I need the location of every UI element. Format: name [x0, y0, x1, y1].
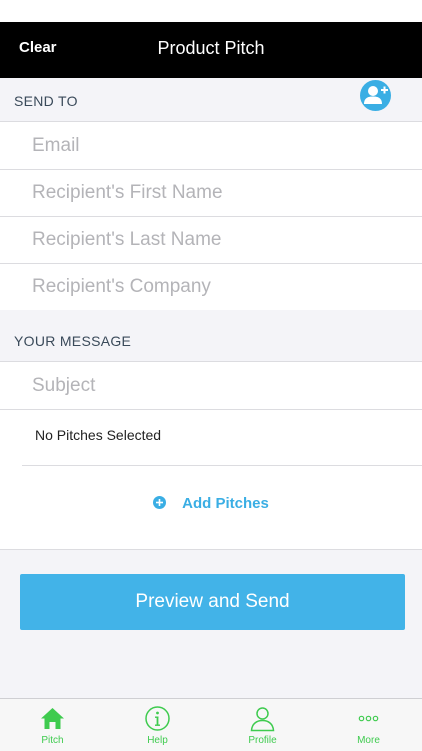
add-contact-icon: [364, 86, 388, 104]
tab-more[interactable]: More: [316, 699, 421, 751]
tab-help[interactable]: Help: [105, 699, 210, 751]
page-title: Product Pitch: [157, 38, 265, 58]
last-name-row: [0, 216, 422, 264]
add-pitches-button[interactable]: Add Pitches: [0, 495, 422, 517]
tab-profile[interactable]: Profile: [210, 699, 315, 751]
recipient-fields: [0, 121, 422, 312]
tab-pitch[interactable]: Pitch: [0, 699, 105, 751]
last-name-field[interactable]: [30, 216, 404, 264]
clear-button[interactable]: Clear: [19, 22, 57, 78]
info-icon: [145, 706, 170, 731]
status-bar: [0, 0, 422, 22]
first-name-field[interactable]: [30, 169, 404, 217]
company-field[interactable]: [30, 263, 404, 311]
person-icon: [250, 707, 275, 732]
tab-bar: Pitch Help Profile More: [0, 698, 422, 751]
preview-and-send-button[interactable]: Preview and Send: [20, 574, 405, 630]
home-icon: [41, 708, 64, 729]
tab-more-label: More: [357, 735, 380, 746]
nav-bar: Product Pitch Clear: [0, 22, 422, 78]
plus-circle-icon: [153, 495, 167, 509]
send-to-section-header: SEND TO: [0, 78, 422, 122]
tab-pitch-label: Pitch: [41, 735, 64, 746]
add-contact-button[interactable]: [360, 80, 391, 111]
first-name-row: [0, 169, 422, 217]
your-message-label: YOUR MESSAGE: [14, 333, 132, 349]
pitches-status: No Pitches Selected: [35, 427, 162, 443]
your-message-section-header: YOUR MESSAGE: [0, 310, 422, 361]
add-pitches-label: Add Pitches: [182, 495, 269, 513]
message-fields: No Pitches Selected Add Pitches: [0, 361, 422, 550]
subject-row: [0, 362, 422, 410]
company-row: [0, 263, 422, 311]
divider: [22, 465, 422, 466]
subject-field[interactable]: [30, 362, 404, 410]
tab-profile-label: Profile: [248, 735, 277, 746]
tab-help-label: Help: [147, 735, 168, 746]
more-icon: [358, 715, 379, 722]
email-row: [0, 122, 422, 170]
email-field[interactable]: [30, 122, 404, 170]
send-to-label: SEND TO: [14, 93, 78, 109]
